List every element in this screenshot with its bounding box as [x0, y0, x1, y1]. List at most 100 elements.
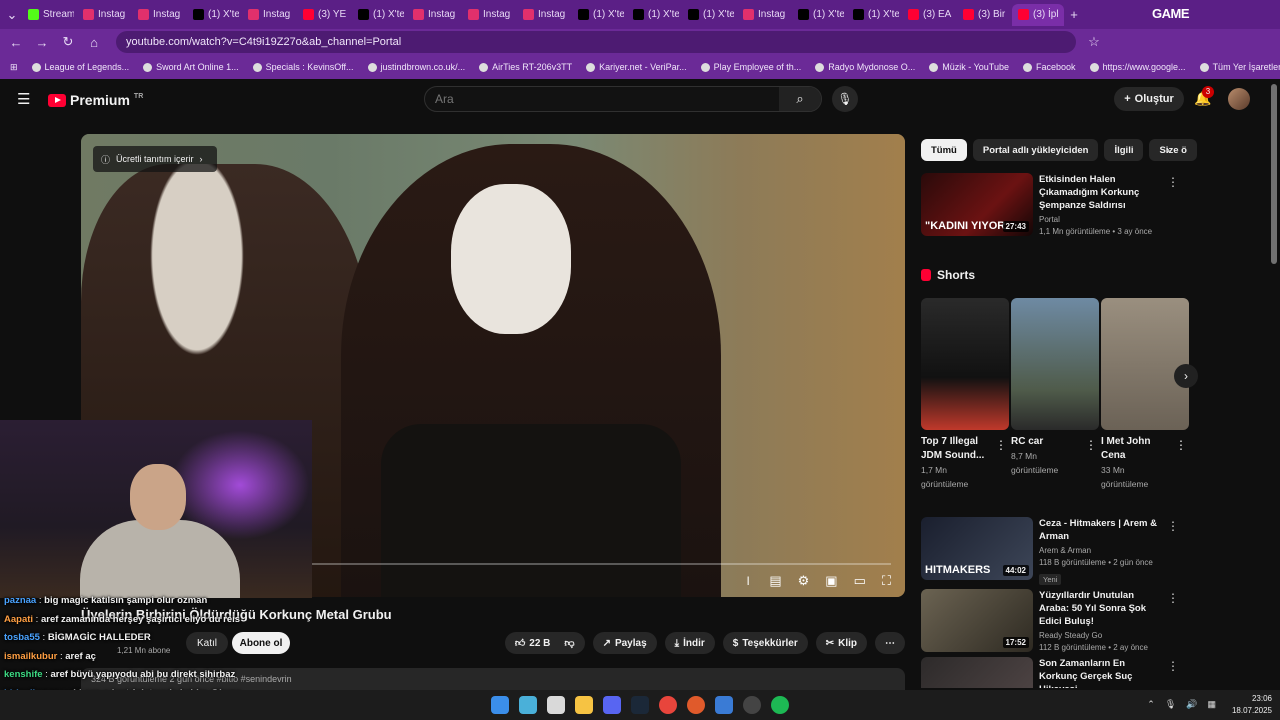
browser-tab[interactable]: (1) X'te — [847, 4, 899, 26]
browser-tab[interactable]: (1) X'te — [187, 4, 239, 26]
more-options-icon[interactable]: ⋮ — [1167, 659, 1179, 673]
bookmark-item[interactable]: Sword Art Online 1... — [143, 62, 239, 72]
more-options-icon[interactable]: ⋮ — [995, 438, 1007, 452]
progress-bar[interactable] — [311, 563, 891, 565]
copilot-icon[interactable] — [519, 696, 537, 714]
bookmark-item[interactable]: Play Employee of th... — [700, 62, 801, 72]
recommendation-thumbnail[interactable]: HITMAKERS 44:02 — [921, 517, 1033, 580]
forward-icon[interactable]: → — [34, 35, 50, 50]
recommendation-item[interactable]: "KADINI YIYOR 27:43 Etkisinden Halen Çıkam… — [921, 173, 1189, 238]
share-button[interactable]: ↗ Paylaş — [592, 632, 657, 654]
account-avatar[interactable] — [1228, 88, 1250, 110]
theater-mode-icon[interactable]: ▭ — [854, 573, 866, 589]
thumbs-down-icon[interactable]: 👎︎ — [564, 637, 574, 649]
recommendation-channel[interactable]: Arem & Arman — [1039, 545, 1179, 557]
recommendation-title[interactable]: Son Zamanların En Korkunç Gerçek Suç Hik… — [1039, 657, 1179, 688]
browser-tab[interactable]: Instag — [77, 4, 129, 26]
browser-tab[interactable]: (1) X'te — [792, 4, 844, 26]
bookmark-item[interactable]: Facebook — [1022, 62, 1076, 72]
recommendation-title[interactable]: Etkisinden Halen Çıkamadığım Korkunç Şem… — [1039, 173, 1179, 212]
bookmark-item[interactable]: AirTies RT-206v3TT — [479, 62, 572, 72]
miniplayer-icon[interactable]: ▣ — [825, 573, 837, 589]
clip-button[interactable]: ✂ Klip — [815, 632, 867, 654]
bookmark-item[interactable]: Tüm Yer İşaretleri — [1199, 62, 1280, 72]
browser-tab[interactable]: Instag — [737, 4, 789, 26]
recommendation-title[interactable]: Yüzyıllardır Unutulan Araba: 50 Yıl Sonr… — [1039, 589, 1179, 628]
browser-tab[interactable]: (1) X'te — [572, 4, 624, 26]
bookmark-item[interactable]: Radyo Mydonose O... — [815, 62, 915, 72]
reload-icon[interactable]: ↻ — [60, 34, 76, 50]
recommendation-thumbnail[interactable]: 17:52 — [921, 589, 1033, 652]
mic-tray-icon[interactable]: 🎙 — [1165, 699, 1176, 710]
recommendation-title[interactable]: Ceza - Hitmakers | Arem & Arman — [1039, 517, 1179, 543]
apps-grid-icon[interactable]: ⊞ — [10, 62, 18, 73]
browser-tab[interactable]: (3) Bir — [957, 4, 1009, 26]
fullscreen-icon[interactable]: ⛶ — [882, 573, 891, 589]
short-item[interactable]: Top 7 Illegal JDM Sound... 1,7 Mn görüntül… — [921, 298, 1009, 491]
recommendation-channel[interactable]: Portal — [1039, 214, 1179, 226]
browser-tab[interactable]: (1) X'te — [352, 4, 404, 26]
spotify-icon[interactable] — [771, 696, 789, 714]
recommendation-item[interactable]: HITMAKERS 44:02 Ceza - Hitmakers | Arem & … — [921, 517, 1189, 587]
short-item[interactable]: RC car 8,7 Mn görüntüleme ⋮ — [1011, 298, 1099, 477]
bookmark-item[interactable]: League of Legends... — [31, 62, 129, 72]
more-options-icon[interactable]: ⋮ — [1167, 591, 1179, 605]
photos-icon[interactable] — [715, 696, 733, 714]
bookmark-item[interactable]: justindbrown.co.uk/... — [367, 62, 465, 72]
new-tab-icon[interactable]: + — [1066, 7, 1082, 22]
volume-icon[interactable]: 🔊 — [1186, 699, 1197, 710]
network-icon[interactable]: ▦ — [1207, 699, 1216, 710]
browser-tab[interactable]: (1) X'te — [682, 4, 734, 26]
more-options-icon[interactable]: ⋮ — [1167, 519, 1179, 533]
short-item[interactable]: I Met John Cena 33 Mn görüntüleme ⋮ — [1101, 298, 1189, 491]
short-thumbnail[interactable] — [1011, 298, 1099, 430]
recommendation-thumbnail[interactable]: "KADINI YIYOR 27:43 — [921, 173, 1033, 236]
paid-promotion-notice[interactable]: ⓘ Ücretli tanıtım içerir › — [93, 146, 217, 172]
browser-tab[interactable]: Instag — [407, 4, 459, 26]
settings-gear-icon[interactable]: ⚙ — [798, 573, 810, 589]
store-icon[interactable] — [547, 696, 565, 714]
more-options-icon[interactable]: ⋮ — [1167, 175, 1179, 189]
page-scrollbar[interactable] — [1271, 84, 1277, 264]
bookmark-item[interactable]: Kariyer.net - VeriPar... — [586, 62, 687, 72]
bookmark-star-icon[interactable]: ☆ — [1086, 34, 1102, 50]
filter-chip[interactable]: İlgili — [1104, 139, 1144, 161]
url-field[interactable]: youtube.com/watch?v=C4t9i19Z27o&ab_chann… — [116, 31, 1076, 53]
discord-icon[interactable] — [603, 696, 621, 714]
chevron-right-icon[interactable]: › — [1166, 143, 1170, 157]
recommendation-thumbnail[interactable]: ben karımı — [921, 657, 1033, 688]
chevron-up-icon[interactable]: ⌃ — [1147, 699, 1155, 710]
filter-chip[interactable]: Size ö — [1149, 139, 1197, 161]
browser-tab[interactable]: Stream — [22, 4, 74, 26]
steam-icon[interactable] — [631, 696, 649, 714]
menu-icon[interactable]: ☰ — [17, 90, 30, 108]
subtitles-icon[interactable]: ▤ — [769, 573, 781, 589]
browser-tab[interactable]: Instag — [242, 4, 294, 26]
back-icon[interactable]: ← — [8, 35, 24, 50]
create-button[interactable]: + Oluştur — [1114, 87, 1184, 111]
filter-chip[interactable]: Tümü — [921, 139, 967, 161]
more-options-icon[interactable]: ⋮ — [1175, 438, 1187, 452]
recommendation-item[interactable]: 17:52 Yüzyıllardır Unutulan Araba: 50 Yıl… — [921, 589, 1189, 654]
shorts-next-icon[interactable]: › — [1174, 364, 1198, 388]
recommendation-item[interactable]: ben karımıSon Zamanların En Korkunç Gerç… — [921, 657, 1189, 688]
like-button[interactable]: 👍︎ 22 B 👎︎ — [504, 632, 585, 654]
browser-tab[interactable]: (3) EA — [902, 4, 954, 26]
browser-tab[interactable]: (3) İpl — [1012, 3, 1064, 26]
browser-tab[interactable]: Instag — [517, 4, 569, 26]
file-explorer-icon[interactable] — [575, 696, 593, 714]
autoplay-toggle-icon[interactable]: ⏽ — [743, 573, 753, 589]
obs-icon[interactable] — [743, 696, 761, 714]
more-actions-icon[interactable]: ⋯ — [875, 632, 905, 654]
youtube-logo[interactable]: Premium TR — [48, 92, 143, 108]
app-icon[interactable] — [687, 696, 705, 714]
recommendation-channel[interactable]: Ready Steady Go — [1039, 630, 1179, 642]
search-input[interactable] — [425, 92, 775, 106]
bookmark-item[interactable]: Müzik - YouTube — [929, 62, 1009, 72]
clock[interactable]: 23:06 18.07.2025 — [1232, 693, 1272, 717]
more-options-icon[interactable]: ⋮ — [1085, 438, 1097, 452]
thanks-button[interactable]: $ Teşekkürler — [722, 632, 808, 654]
download-button[interactable]: ⤓ İndir — [664, 632, 715, 654]
browser-tab[interactable]: Instag — [132, 4, 184, 26]
mic-icon[interactable]: 🎙 — [832, 86, 858, 112]
